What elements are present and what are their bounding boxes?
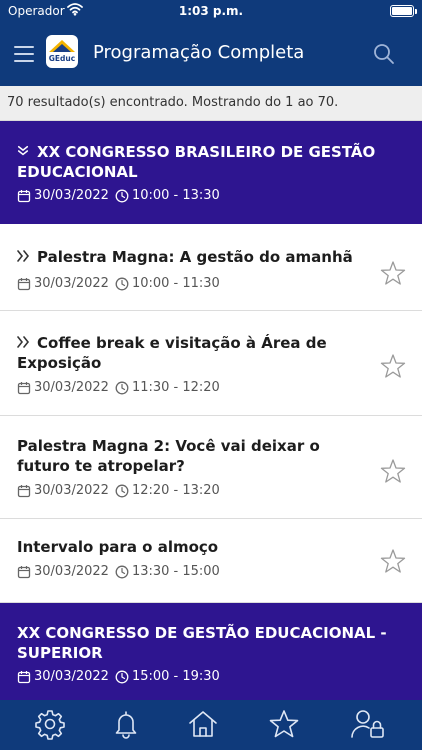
section-header-item[interactable]: XX CONGRESSO BRASILEIRO DE GESTÃO EDUCAC…	[0, 121, 422, 224]
star-icon[interactable]	[268, 708, 300, 740]
item-date: 30/03/2022	[34, 380, 109, 395]
item-time: 13:30 - 15:00	[131, 564, 220, 579]
session-item[interactable]: Palestra Magna: A gestão do amanhã 30/03…	[0, 224, 422, 311]
bottom-tab-bar	[0, 700, 422, 750]
clock-icon	[115, 277, 129, 290]
favorite-star-icon[interactable]	[380, 548, 406, 574]
section-header-item[interactable]: XX CONGRESSO DE GESTÃO EDUCACIONAL - SUP…	[0, 603, 422, 700]
app-logo: GEduc	[46, 35, 78, 68]
item-date: 30/03/2022	[34, 483, 109, 498]
clock-icon	[115, 189, 129, 202]
item-time: 10:00 - 13:30	[131, 188, 220, 203]
hamburger-menu-icon[interactable]	[14, 44, 36, 64]
chevron-down-icon	[17, 145, 29, 156]
item-date: 30/03/2022	[34, 669, 109, 684]
clock-icon	[115, 670, 129, 683]
double-chevron-right-icon	[17, 336, 30, 348]
item-date: 30/03/2022	[34, 276, 109, 291]
calendar-icon	[17, 565, 31, 578]
item-time: 11:30 - 12:20	[131, 380, 220, 395]
results-summary: 70 resultado(s) encontrado. Mostrando do…	[0, 86, 422, 121]
calendar-icon	[17, 670, 31, 683]
item-time: 10:00 - 11:30	[131, 276, 220, 291]
clock-icon	[115, 381, 129, 394]
gear-icon[interactable]	[34, 708, 66, 740]
app-bar: GEduc Programação Completa	[0, 22, 422, 86]
bell-icon[interactable]	[110, 708, 142, 740]
session-item[interactable]: Coffee break e visitação à Área de Expos…	[0, 311, 422, 416]
status-bar: Operador 1:03 p.m.	[0, 0, 422, 22]
item-title: Palestra Magna: A gestão do amanhã	[37, 248, 353, 266]
double-chevron-right-icon	[17, 250, 30, 262]
favorite-star-icon[interactable]	[380, 260, 406, 286]
item-title: Intervalo para o almoço	[17, 538, 219, 556]
session-item[interactable]: Intervalo para o almoço 30/03/2022 13:30…	[0, 519, 422, 603]
battery-tip	[415, 9, 417, 14]
battery-icon	[390, 5, 414, 17]
logo-wordmark: GEduc	[49, 54, 75, 63]
calendar-icon	[17, 189, 31, 202]
clock-icon	[115, 484, 129, 497]
session-item[interactable]: Palestra Magna 2: Você vai deixar o futu…	[0, 416, 422, 519]
item-time: 15:00 - 19:30	[131, 669, 220, 684]
item-date: 30/03/2022	[34, 564, 109, 579]
item-time: 12:20 - 13:20	[131, 483, 220, 498]
item-date: 30/03/2022	[34, 188, 109, 203]
calendar-icon	[17, 381, 31, 394]
search-icon[interactable]	[372, 42, 396, 66]
status-time: 1:03 p.m.	[178, 4, 244, 18]
home-icon[interactable]	[187, 708, 219, 740]
item-title: XX CONGRESSO DE GESTÃO EDUCACIONAL - SUP…	[17, 624, 387, 662]
favorite-star-icon[interactable]	[380, 458, 406, 484]
clock-icon	[115, 565, 129, 578]
calendar-icon	[17, 484, 31, 497]
item-title: XX CONGRESSO BRASILEIRO DE GESTÃO EDUCAC…	[17, 143, 376, 181]
user-lock-icon[interactable]	[350, 708, 386, 740]
item-title: Coffee break e visitação à Área de Expos…	[17, 334, 327, 372]
page-title: Programação Completa	[93, 42, 305, 63]
calendar-icon	[17, 277, 31, 290]
item-title: Palestra Magna 2: Você vai deixar o futu…	[17, 437, 320, 475]
favorite-star-icon[interactable]	[380, 353, 406, 379]
